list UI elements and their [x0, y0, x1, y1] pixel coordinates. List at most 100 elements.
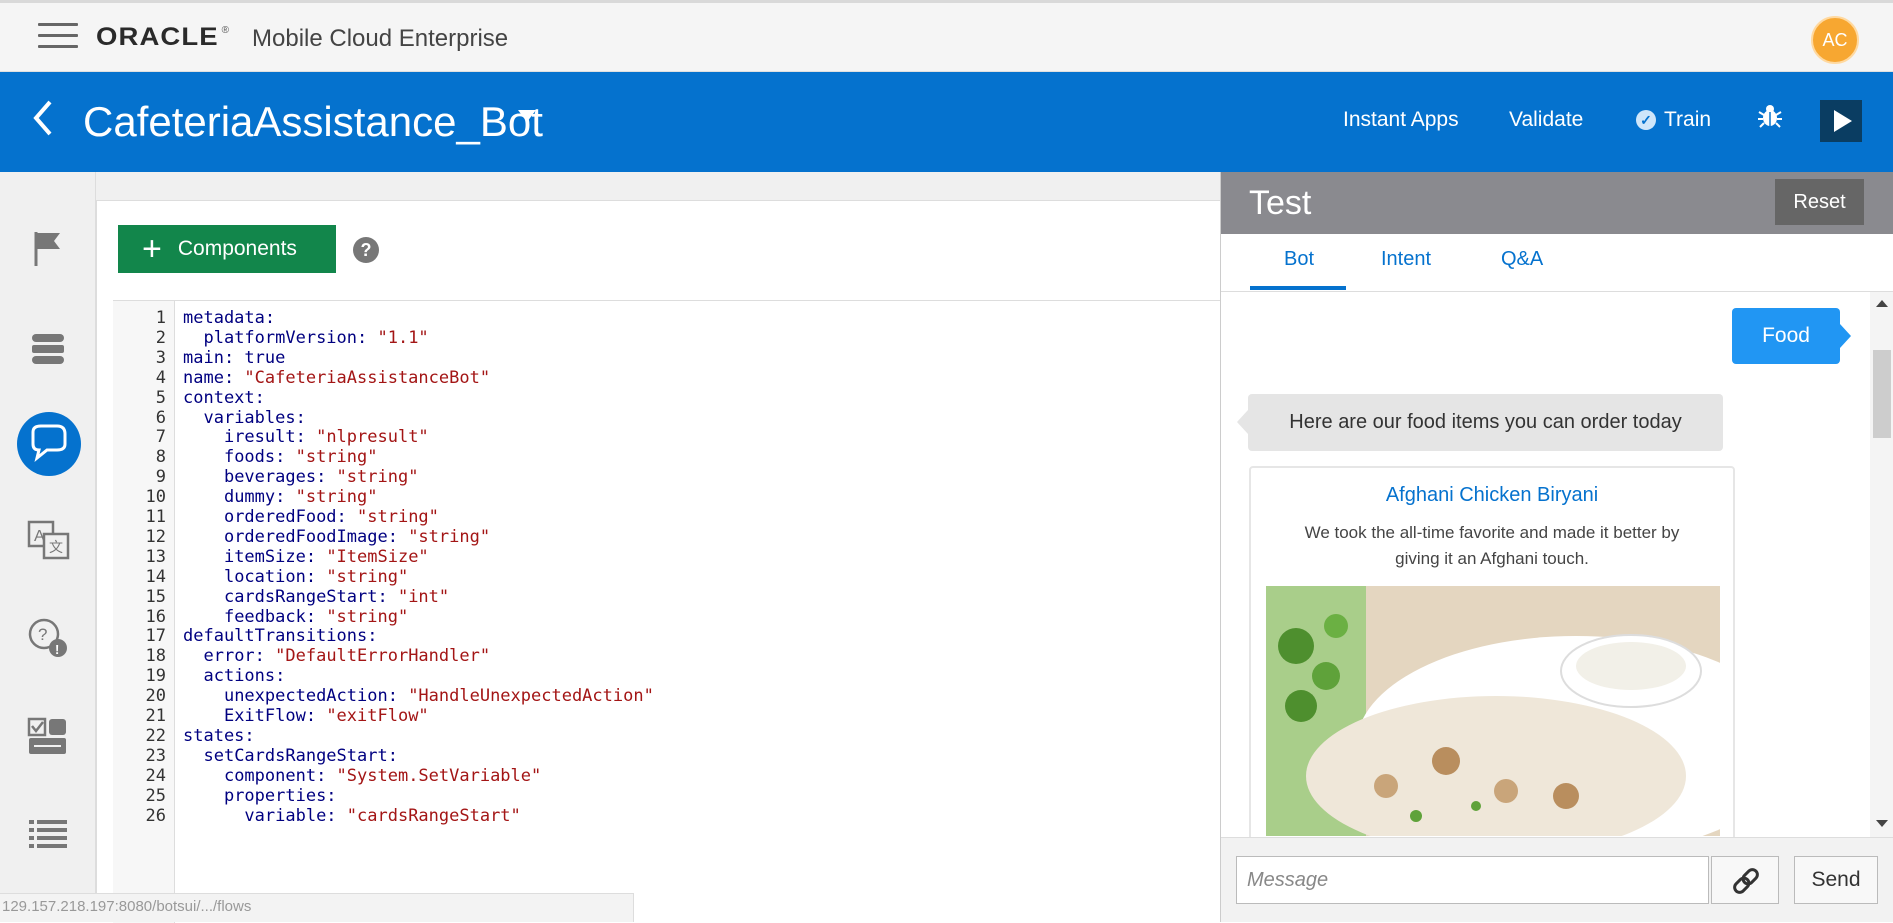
tab-intent[interactable]: Intent [1381, 248, 1431, 271]
flow-editor-area: + Components ? 1 2 3 4 5 6 7 8 9 10 11 12 13 14 15 16 17… [96, 172, 1221, 923]
message-input[interactable] [1236, 856, 1709, 904]
status-bar-url: 129.157.218.197:8080/botsui/.../flows [0, 893, 634, 922]
back-chevron-icon[interactable] [30, 98, 54, 148]
chat-scrollbar[interactable] [1870, 292, 1893, 837]
dropdown-caret-icon[interactable] [518, 110, 536, 122]
code-key: defaultTransitions: [183, 626, 378, 647]
help-icon[interactable]: ? [353, 237, 379, 263]
code-line: defaultTransitions: [183, 626, 377, 646]
code-key: dummy: [223, 487, 296, 508]
editor-card: + Components ? 1 2 3 4 5 6 7 8 9 10 11 12 13 14 15 16 17… [96, 200, 1221, 923]
code-line: platformVersion: "1.1" [183, 327, 428, 348]
line-number: 2 [155, 327, 166, 348]
message-input-row: Send [1221, 837, 1893, 922]
code-line: component: "System.SetVariable" [183, 766, 541, 786]
validate-link[interactable]: Validate [1509, 108, 1583, 132]
reset-button[interactable]: Reset [1775, 179, 1864, 225]
line-number: 21 [145, 706, 166, 726]
food-image [1266, 586, 1720, 836]
check-circle-icon: ✓ [1636, 110, 1656, 130]
code-value: "string" [408, 526, 491, 547]
code-key: beverages: [223, 467, 337, 488]
line-number: 5 [155, 387, 166, 408]
checklist-icon[interactable] [26, 714, 70, 758]
code-value: "string" [295, 447, 378, 468]
bot-title: CafeteriaAssistance_Bot [83, 98, 543, 145]
code-key: metadata: [183, 308, 276, 328]
code-key: properties: [223, 785, 337, 806]
code-line: orderedFood: "string" [183, 507, 439, 527]
database-icon[interactable] [26, 326, 70, 370]
code-key: main: true [183, 347, 286, 368]
list-icon[interactable] [26, 812, 70, 856]
code-key: itemSize: [223, 546, 327, 567]
tab-qna[interactable]: Q&A [1501, 248, 1543, 271]
line-number: 18 [145, 646, 166, 667]
scrollbar-thumb[interactable] [1873, 350, 1891, 438]
code-editor[interactable]: 1 2 3 4 5 6 7 8 9 10 11 12 13 14 15 16 17 18 19 20 21 22 23 24 2… [113, 300, 1221, 923]
product-name: Mobile Cloud Enterprise [252, 25, 509, 52]
card-title[interactable]: Afghani Chicken Biryani [1251, 484, 1733, 507]
code-key: name: [183, 367, 245, 388]
code-key: variables: [203, 407, 306, 428]
translate-icon[interactable]: A文 [26, 518, 70, 562]
chat-icon[interactable] [17, 412, 81, 476]
plus-icon: + [142, 230, 162, 268]
hamburger-menu-icon[interactable] [38, 23, 78, 51]
user-message-bubble: Food [1732, 308, 1851, 364]
faq-icon[interactable]: ?! [26, 616, 70, 660]
line-number: 14 [145, 566, 166, 587]
code-value: "CafeteriaAssistanceBot" [244, 367, 491, 388]
line-number: 13 [145, 546, 166, 567]
scroll-down-arrow-icon[interactable] [1876, 820, 1888, 827]
tab-bot[interactable]: Bot [1284, 248, 1314, 271]
bot-header-bar: CafeteriaAssistance_Bot Instant Apps Val… [0, 72, 1893, 172]
code-key: setCardsRangeStart: [203, 745, 398, 766]
code-line: iresult: "nlpresult" [183, 427, 429, 447]
link-icon[interactable] [1711, 856, 1779, 904]
code-line: location: "string" [183, 567, 408, 587]
send-button[interactable]: Send [1794, 856, 1878, 904]
code-line: main: true [183, 348, 285, 368]
svg-text:!: ! [55, 642, 59, 657]
code-line: foods: "string" [183, 447, 378, 467]
train-link[interactable]: ✓ Train [1636, 108, 1711, 132]
line-number: 19 [145, 666, 166, 687]
line-number: 17 [145, 626, 166, 647]
line-number-gutter: 1 2 3 4 5 6 7 8 9 10 11 12 13 14 15 16 17 18 19 20 21 22 23 24 2… [113, 301, 175, 923]
test-title: Test [1249, 184, 1312, 222]
line-number: 7 [155, 427, 166, 448]
add-components-button[interactable]: + Components [118, 225, 336, 273]
flag-icon[interactable] [26, 226, 70, 270]
user-avatar[interactable]: AC [1811, 16, 1859, 64]
line-number: 15 [145, 586, 166, 607]
food-card: Afghani Chicken Biryani We took the all-… [1249, 466, 1735, 837]
code-line: properties: [183, 786, 337, 806]
code-key: context: [183, 387, 265, 408]
train-label: Train [1664, 108, 1712, 131]
code-value: "string" [357, 507, 439, 527]
play-icon[interactable] [1820, 100, 1862, 142]
code-value: "int" [397, 586, 450, 607]
chat-transcript: Food Here are our food items you can ord… [1221, 292, 1893, 837]
code-line: dummy: "string" [183, 487, 378, 507]
left-sidebar: A文 ?! [0, 172, 96, 922]
code-value: "string" [336, 467, 419, 488]
bug-icon[interactable] [1756, 102, 1784, 130]
svg-text:文: 文 [49, 539, 63, 555]
line-number: 12 [145, 526, 166, 547]
code-value: "HandleUnexpectedAction" [408, 686, 654, 707]
code-key: platformVersion: [203, 327, 378, 348]
scroll-up-arrow-icon[interactable] [1876, 300, 1888, 307]
code-line: metadata: [183, 308, 275, 328]
code-line: states: [183, 726, 255, 746]
instant-apps-link[interactable]: Instant Apps [1343, 108, 1459, 132]
